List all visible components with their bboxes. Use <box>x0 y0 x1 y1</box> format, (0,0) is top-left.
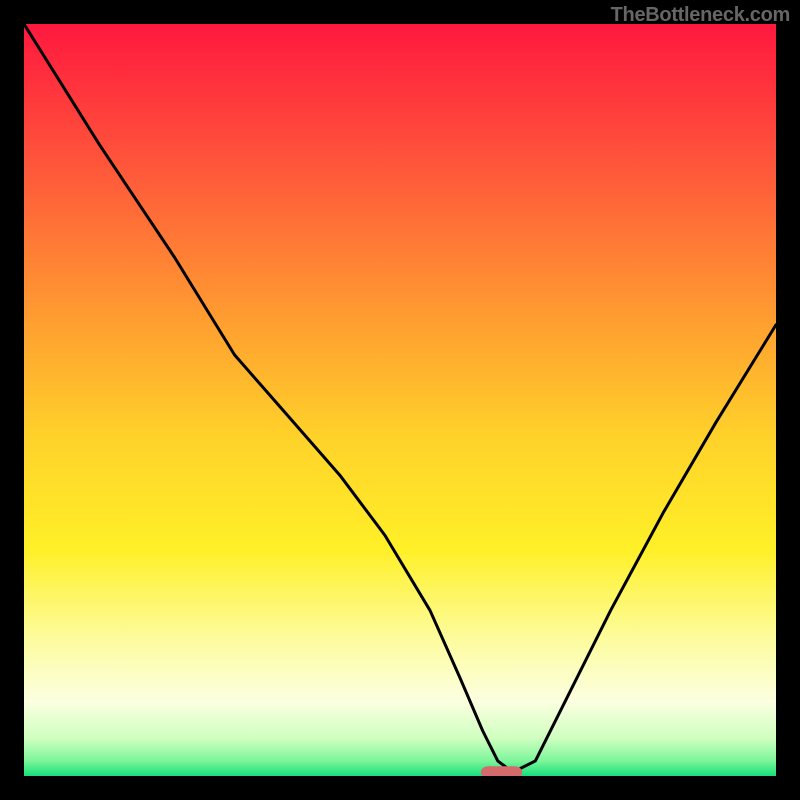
plot-area <box>24 24 776 776</box>
chart-container: TheBottleneck.com <box>0 0 800 800</box>
optimal-marker <box>481 766 522 776</box>
gradient-background <box>24 24 776 776</box>
chart-svg <box>24 24 776 776</box>
watermark-text: TheBottleneck.com <box>611 4 790 27</box>
